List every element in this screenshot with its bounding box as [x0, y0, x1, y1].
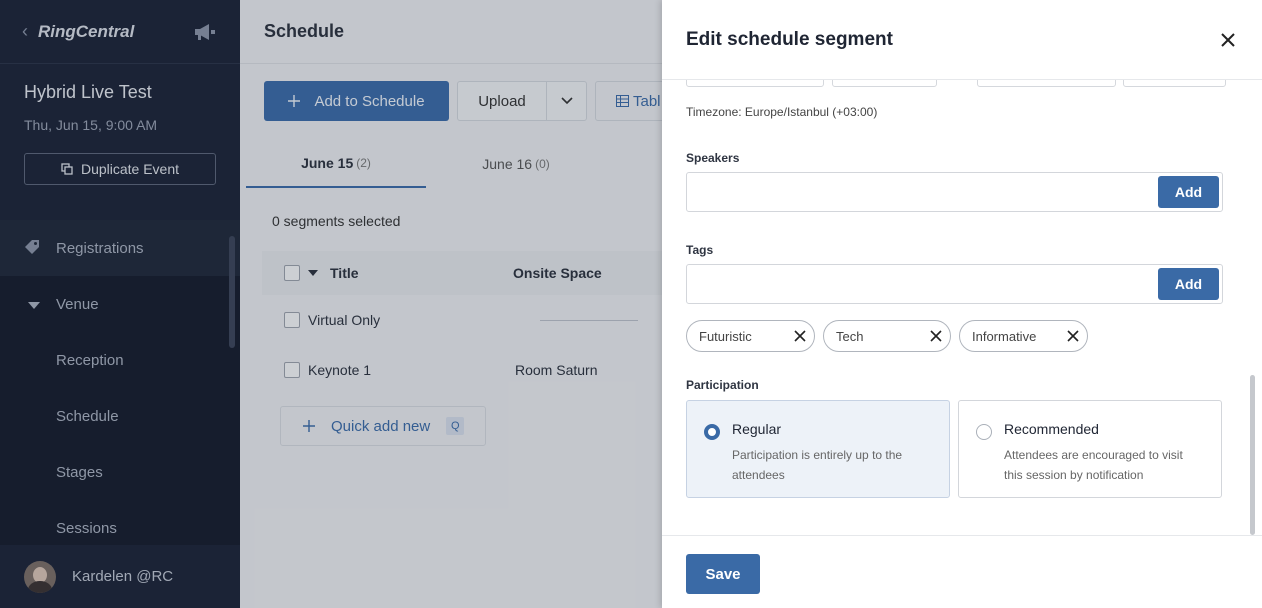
participation-option-regular[interactable]: Regular Participation is entirely up to … — [686, 400, 950, 498]
tag-chip: Futuristic — [686, 320, 815, 352]
participation-label: Participation — [686, 378, 759, 392]
scrolled-date-fields — [686, 80, 1226, 88]
modal-overlay[interactable] — [0, 0, 662, 608]
participation-options: Regular Participation is entirely up to … — [686, 400, 1222, 498]
save-button[interactable]: Save — [686, 554, 760, 594]
tag-chip-label: Informative — [972, 328, 1037, 344]
option-title: Recommended — [1004, 421, 1099, 437]
timezone-text: Timezone: Europe/Istanbul (+03:00) — [686, 105, 878, 119]
option-description: Attendees are encouraged to visit this s… — [1004, 448, 1183, 482]
end-time-field[interactable] — [1123, 80, 1226, 87]
panel-footer: Save — [662, 535, 1262, 608]
tag-chip-label: Futuristic — [699, 328, 752, 344]
tag-chips: Futuristic Tech Informative — [686, 320, 1088, 352]
panel-title: Edit schedule segment — [686, 28, 893, 50]
start-date-field[interactable] — [686, 80, 824, 87]
speakers-label: Speakers — [686, 151, 740, 165]
option-title: Regular — [732, 421, 782, 437]
add-tag-button[interactable]: Add — [1158, 268, 1219, 300]
close-icon[interactable] — [1218, 30, 1238, 50]
add-speaker-button[interactable]: Add — [1158, 176, 1219, 208]
tag-chip-label: Tech — [836, 328, 864, 344]
radio-unselected[interactable] — [976, 424, 992, 440]
start-time-field[interactable] — [832, 80, 937, 87]
radio-selected[interactable] — [704, 424, 720, 440]
participation-option-recommended[interactable]: Recommended Attendees are encouraged to … — [958, 400, 1222, 498]
tags-input[interactable]: Add — [686, 264, 1223, 304]
remove-tag-icon[interactable] — [922, 322, 950, 350]
tags-label: Tags — [686, 243, 714, 257]
tag-chip: Tech — [823, 320, 951, 352]
tag-chip: Informative — [959, 320, 1088, 352]
remove-tag-icon[interactable] — [786, 322, 814, 350]
panel-header: Edit schedule segment — [662, 0, 1262, 80]
option-description: Participation is entirely up to the atte… — [732, 448, 903, 482]
panel-scrollbar[interactable] — [1250, 375, 1255, 535]
end-date-field[interactable] — [977, 80, 1116, 87]
remove-tag-icon[interactable] — [1059, 322, 1087, 350]
speakers-input[interactable]: Add — [686, 172, 1223, 212]
edit-segment-panel: Edit schedule segment Timezone: Europe/I… — [662, 0, 1262, 608]
